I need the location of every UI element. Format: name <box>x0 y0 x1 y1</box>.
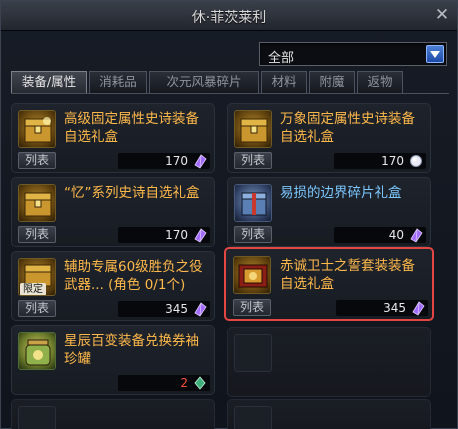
purple-crystal-icon <box>194 302 207 317</box>
list-button[interactable]: 列表 <box>233 299 271 316</box>
filter-selected-value: 全部 <box>268 51 295 66</box>
title-bar[interactable]: 休·菲茨莱利 ✕ <box>1 1 457 31</box>
close-button[interactable]: ✕ <box>433 6 451 24</box>
empty-icon-slot <box>18 406 56 429</box>
gold-chest-icon: 限定 <box>18 258 56 296</box>
purple-crystal-icon <box>194 228 207 243</box>
empty-icon-slot <box>234 406 272 429</box>
item-name: 星辰百变装备兑换券袖珍罐 <box>64 333 199 367</box>
item-price: 170 <box>165 154 188 168</box>
tab-bar: 装备/属性 消耗品 次元风暴碎片 材料 附魔 返物 <box>11 71 451 93</box>
tab-divider <box>11 93 449 94</box>
blue-box-icon <box>234 184 272 222</box>
tab-storm-fragments[interactable]: 次元风暴碎片 <box>149 71 259 93</box>
white-orb-icon <box>410 155 422 167</box>
price-bar: 345 <box>336 300 428 316</box>
item-price: 345 <box>383 301 406 315</box>
list-button[interactable]: 列表 <box>234 152 272 169</box>
list-button[interactable]: 列表 <box>18 300 56 317</box>
gold-chest-icon <box>18 184 56 222</box>
item-grid: 列表 高级固定属性史诗装备自选礼盒 170 列表 万象固定属性史诗装备自选礼盒 <box>11 97 447 429</box>
item-name: 赤诚卫士之誓套装装备自选礼盒 <box>280 258 415 292</box>
shop-window: 休·菲茨莱利 ✕ 全部 装备/属性 消耗品 次元风暴碎片 材料 附魔 返物 列表… <box>0 0 458 429</box>
item-price: 345 <box>165 302 188 316</box>
tab-equipment[interactable]: 装备/属性 <box>11 71 87 93</box>
item-name: 高级固定属性史诗装备自选礼盒 <box>64 111 199 145</box>
limited-badge: 限定 <box>20 283 46 295</box>
price-bar: 345 <box>118 301 210 317</box>
jar-icon <box>18 332 56 370</box>
green-gem-icon <box>194 376 206 390</box>
item-price: 170 <box>165 228 188 242</box>
tab-consumables[interactable]: 消耗品 <box>89 71 147 93</box>
item-name: 辅助专属60级胜负之役武器... (角色 0/1个) <box>64 259 203 293</box>
gold-chest-icon <box>18 110 56 148</box>
shop-item[interactable]: 限定 列表 辅助专属60级胜负之役武器... (角色 0/1个) 345 <box>11 251 215 321</box>
shop-item[interactable]: 列表 万象固定属性史诗装备自选礼盒 170 <box>227 103 431 173</box>
list-button[interactable]: 列表 <box>18 152 56 169</box>
tab-return[interactable]: 返物 <box>357 71 403 93</box>
list-button[interactable]: 列表 <box>18 226 56 243</box>
shop-item[interactable]: 列表 “忆”系列史诗自选礼盒 170 <box>11 177 215 247</box>
window-title: 休·菲茨莱利 <box>191 10 267 26</box>
purple-crystal-icon <box>412 301 425 316</box>
gold-chest-icon <box>234 110 272 148</box>
chevron-down-icon[interactable] <box>426 45 444 63</box>
price-bar: 170 <box>118 153 210 169</box>
list-button[interactable]: 列表 <box>234 226 272 243</box>
item-price: 40 <box>388 228 404 242</box>
purple-crystal-icon <box>410 228 423 243</box>
shop-item-selected[interactable]: 列表 赤诚卫士之誓套装装备自选礼盒 345 <box>224 247 434 321</box>
item-name: “忆”系列史诗自选礼盒 <box>64 185 200 201</box>
empty-slot <box>11 399 215 429</box>
purple-crystal-icon <box>194 154 207 169</box>
shop-item[interactable]: 列表 高级固定属性史诗装备自选礼盒 170 <box>11 103 215 173</box>
shop-item[interactable]: 星辰百变装备兑换券袖珍罐 2 <box>11 325 215 395</box>
tab-materials[interactable]: 材料 <box>261 71 307 93</box>
price-bar: 170 <box>118 227 210 243</box>
price-bar: 2 <box>118 375 210 391</box>
empty-slot <box>227 327 431 397</box>
tab-enchant[interactable]: 附魔 <box>309 71 355 93</box>
item-name: 万象固定属性史诗装备自选礼盒 <box>280 111 415 145</box>
item-price: 170 <box>381 154 404 168</box>
category-filter-dropdown[interactable]: 全部 <box>259 42 447 66</box>
item-name: 易损的边界碎片礼盒 <box>280 185 402 201</box>
shop-item[interactable]: 列表 易损的边界碎片礼盒 40 <box>227 177 431 247</box>
gold-chest-icon <box>233 256 271 294</box>
price-bar: 40 <box>334 227 426 243</box>
empty-slot <box>227 399 431 429</box>
empty-icon-slot <box>234 334 272 372</box>
price-bar: 170 <box>334 153 426 169</box>
item-price: 2 <box>180 376 188 390</box>
